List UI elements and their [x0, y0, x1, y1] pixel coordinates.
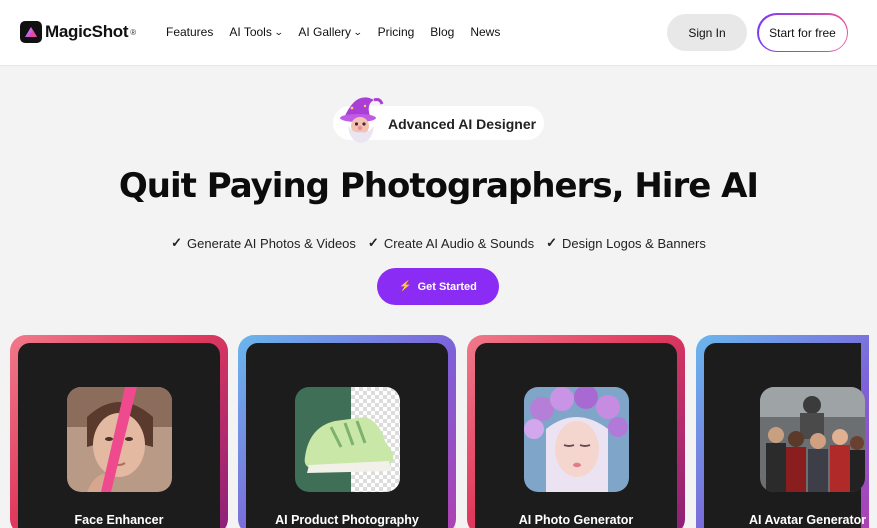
hero-headline: Quit Paying Photographers, Hire AI	[118, 166, 759, 206]
nav-label: AI Gallery	[298, 25, 352, 39]
face-enhancer-thumbnail	[67, 387, 172, 492]
feature-label: Create AI Audio & Sounds	[383, 235, 535, 251]
card-title: Face Enhancer	[74, 513, 164, 527]
card-title: AI Product Photography	[275, 513, 419, 527]
feature-label: Design Logos & Banners	[562, 235, 706, 251]
card-title: AI Avatar Generator	[749, 513, 867, 527]
feature-item: ✓ Create AI Audio & Sounds	[368, 235, 534, 251]
card-body: AI Avatar Generator	[704, 343, 866, 528]
logo-mark-icon	[20, 21, 42, 43]
get-started-label: Get Started	[417, 280, 477, 293]
card-face-enhancer[interactable]: Face Enhancer	[10, 335, 228, 528]
start-for-free-button[interactable]: Start for free	[757, 13, 848, 52]
check-icon: ✓	[546, 235, 558, 250]
avatar-generator-thumbnail	[760, 387, 865, 492]
badge-label: Advanced AI Designer	[388, 116, 537, 132]
registered-mark: ®	[130, 27, 137, 37]
wizard-icon	[336, 94, 386, 144]
lightning-icon: ⚡	[399, 281, 412, 292]
nav-label: Pricing	[377, 25, 415, 39]
nav-blog[interactable]: Blog	[430, 25, 454, 39]
nav-label: News	[470, 25, 501, 39]
product-photography-thumbnail	[295, 387, 400, 492]
sign-in-button[interactable]: Sign In	[667, 14, 747, 51]
logo-text: MagicShot	[45, 22, 129, 41]
card-body: AI Product Photography	[246, 343, 448, 528]
nav-ai-gallery[interactable]: AI Gallery ⌄	[298, 25, 363, 39]
card-body: AI Photo Generator	[475, 343, 677, 528]
feature-item: ✓ Design Logos & Banners	[546, 235, 706, 251]
magicshot-logo[interactable]: MagicShot ®	[20, 21, 136, 43]
feature-item: ✓ Generate AI Photos & Videos	[171, 235, 356, 251]
nav-label: Features	[166, 25, 214, 39]
start-for-free-label: Start for free	[758, 14, 847, 51]
card-body: Face Enhancer	[18, 343, 220, 528]
card-ai-product-photography[interactable]: AI Product Photography	[238, 335, 456, 528]
feature-list: ✓ Generate AI Photos & Videos ✓ Create AI …	[0, 235, 877, 251]
site-header: MagicShot ® Features AI Tools ⌄ AI Galler…	[0, 0, 877, 66]
nav-label: Blog	[430, 25, 455, 39]
photo-generator-thumbnail	[524, 387, 629, 492]
get-started-button[interactable]: ⚡ Get Started	[377, 268, 499, 305]
nav-features[interactable]: Features	[166, 25, 213, 39]
feature-label: Generate AI Photos & Videos	[187, 235, 356, 251]
card-title: AI Photo Generator	[518, 513, 634, 527]
chevron-down-icon: ⌄	[352, 26, 363, 37]
nav-news[interactable]: News	[470, 25, 500, 39]
card-ai-avatar-generator[interactable]: AI Avatar Generator	[696, 335, 869, 528]
check-icon: ✓	[367, 235, 379, 250]
nav-ai-tools[interactable]: AI Tools ⌄	[229, 25, 284, 39]
chevron-down-icon: ⌄	[273, 26, 284, 37]
nav-label: AI Tools	[229, 25, 272, 39]
check-icon: ✓	[171, 235, 183, 250]
nav-pricing[interactable]: Pricing	[378, 25, 415, 39]
main-nav: Features AI Tools ⌄ AI Gallery ⌄ Pricing B…	[166, 25, 516, 39]
card-ai-photo-generator[interactable]: AI Photo Generator	[467, 335, 685, 528]
